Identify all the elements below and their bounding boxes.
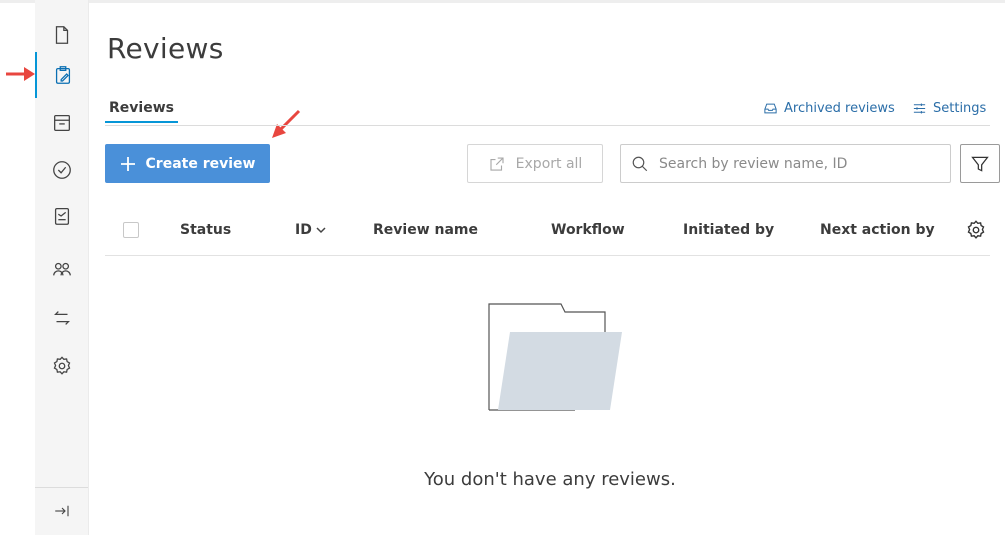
archive-tray-icon [764,103,777,114]
column-header-review-name[interactable]: Review name [373,222,478,238]
sidebar-item-members[interactable] [35,246,88,292]
create-review-label: Create review [145,155,256,172]
check-circle-icon [52,161,71,179]
page-title: Reviews [107,32,224,65]
select-all-checkbox[interactable] [123,222,139,238]
table-header: Status ID Review name Workflow Initiated… [105,207,990,256]
search-field[interactable] [620,144,951,183]
archived-reviews-link[interactable]: Archived reviews [763,101,895,116]
filter-button[interactable] [960,144,1000,183]
document-icon [55,26,68,44]
sidebar-item-reports[interactable] [35,193,88,239]
export-all-button[interactable]: Export all [467,144,603,183]
collapse-right-icon [54,505,69,517]
top-strip [0,0,1005,3]
column-header-initiated-by[interactable]: Initiated by [683,222,774,238]
reviews-clipboard-icon [55,66,70,84]
empty-folder-icon [488,303,622,411]
column-header-status[interactable]: Status [180,222,231,238]
sidebar-item-transfer[interactable] [35,295,88,341]
archive-icon [53,115,70,131]
sidebar [35,0,89,535]
column-header-id[interactable]: ID [295,222,326,238]
sidebar-item-archive[interactable] [35,100,88,146]
column-header-workflow[interactable]: Workflow [551,222,625,238]
filter-icon [971,156,989,172]
sliders-icon [913,103,926,114]
settings-label: Settings [933,101,987,116]
export-icon [490,156,504,171]
sidebar-item-settings[interactable] [35,343,88,389]
report-icon [54,208,69,225]
sidebar-item-approvals[interactable] [35,147,88,193]
settings-link[interactable]: Settings [912,101,986,116]
gear-icon [53,356,70,375]
column-header-next-action-by[interactable]: Next action by [820,222,935,238]
export-all-label: Export all [515,155,583,172]
members-icon [52,262,71,276]
search-icon [632,156,648,171]
tab-reviews[interactable]: Reviews [105,100,178,123]
tabs-divider [105,125,990,126]
empty-state-message: You don't have any reviews. [424,469,676,490]
chevron-down-icon [316,227,326,234]
archived-reviews-label: Archived reviews [784,101,895,116]
sidebar-item-reviews[interactable] [35,52,88,98]
collapse-sidebar-button[interactable] [35,495,88,527]
create-review-button[interactable]: Create review [105,144,270,183]
column-settings-button[interactable] [965,219,987,241]
search-input[interactable] [657,154,941,173]
plus-icon [120,156,135,171]
gear-icon [967,220,985,239]
annotation-arrow-sidebar-icon [6,67,35,81]
transfer-icon [53,311,70,325]
column-header-id-label: ID [295,222,312,238]
